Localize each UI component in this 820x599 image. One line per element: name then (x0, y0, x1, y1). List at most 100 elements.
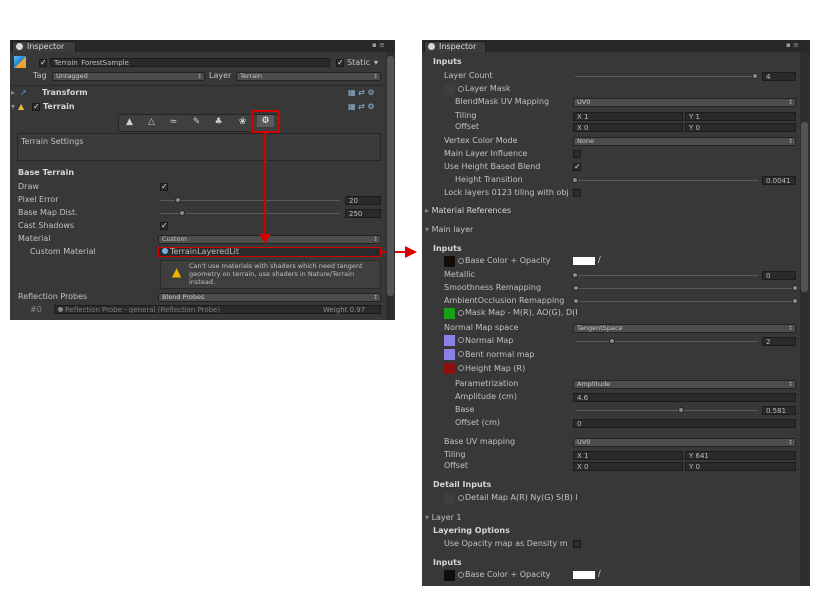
height-blend-checkbox[interactable]: ✓ (573, 163, 581, 171)
base-uv-dropdown[interactable]: UV0 (573, 438, 796, 447)
base-color2-swatch[interactable] (444, 570, 455, 581)
bent-normal-swatch[interactable] (444, 349, 455, 360)
left-scrollbar-thumb[interactable] (387, 56, 394, 296)
material-refs-foldout[interactable]: ▸ Material References (425, 206, 511, 216)
custom-material-field[interactable]: TerrainLayeredLit (158, 247, 381, 257)
metallic-knob[interactable] (572, 272, 578, 278)
static-checkbox[interactable]: ✓ (336, 59, 344, 67)
lock-layers-checkbox[interactable] (573, 189, 581, 197)
base-color-swatch[interactable] (444, 256, 455, 267)
mask-map-picker-icon[interactable] (458, 310, 464, 316)
opacity-density-checkbox[interactable] (573, 540, 581, 548)
reflection-probes-dropdown[interactable]: Blend Probes (158, 293, 381, 302)
pixel-error-knob[interactable] (175, 197, 181, 203)
bent-normal-picker-icon[interactable] (458, 351, 464, 357)
height-map-swatch[interactable] (444, 363, 455, 374)
terrain-enabled-checkbox[interactable]: ✓ (32, 103, 40, 111)
left-scrollbar[interactable] (386, 52, 395, 320)
mask-map-swatch[interactable] (444, 308, 455, 319)
raise-terrain-icon[interactable]: ▲ (121, 116, 138, 128)
tiling2-x-field[interactable]: X 1 (573, 451, 683, 460)
ao-range-track[interactable] (575, 301, 796, 302)
layer-mask-swatch[interactable] (444, 84, 455, 95)
cast-shadows-checkbox[interactable]: ✓ (160, 222, 168, 230)
right-scrollbar-thumb[interactable] (801, 122, 808, 292)
layer1-foldout[interactable]: ▾ Layer 1 (425, 513, 462, 523)
ao-max-knob[interactable] (792, 298, 798, 304)
right-tab-menu-icon[interactable]: ▪ ≡ (786, 41, 799, 49)
static-dropdown-icon[interactable]: ▾ (374, 58, 378, 68)
tiling-y-field[interactable]: Y 1 (685, 112, 796, 121)
right-inspector-tab[interactable]: Inspector (424, 41, 486, 52)
offset2-y-field[interactable]: Y 0 (685, 462, 796, 471)
height-transition-knob[interactable] (572, 177, 578, 183)
left-inspector-tab[interactable]: Inspector (12, 41, 76, 52)
transform-tools-icons[interactable]: ▦ ⇄ ⚙ (348, 88, 375, 98)
tiling-x-field[interactable]: X 1 (573, 112, 683, 121)
blendmask-uv-dropdown[interactable]: UV0 (573, 98, 796, 107)
main-influence-checkbox[interactable] (573, 150, 581, 158)
metallic-field[interactable]: 0 (762, 271, 796, 280)
offset-y-field[interactable]: Y 0 (685, 123, 796, 132)
main-layer-foldout[interactable]: ▾ Main layer (425, 225, 473, 235)
smooth-height-icon[interactable]: ≈ (165, 116, 182, 128)
terrain-tools-icons[interactable]: ▦ ⇄ ⚙ (348, 102, 375, 112)
eyedropper-icon[interactable]: ∕ (598, 255, 601, 265)
height-transition-track[interactable] (575, 180, 758, 181)
offset-x-field[interactable]: X 0 (573, 123, 683, 132)
object-name-field[interactable]: Terrain_ForestSample (50, 58, 330, 67)
transform-foldout-arrow[interactable]: ▸ (11, 88, 15, 98)
left-tab-menu-icon[interactable]: ▪ ≡ (372, 41, 385, 49)
eyedropper2-icon[interactable]: ∕ (598, 569, 601, 579)
draw-checkbox[interactable]: ✓ (160, 183, 168, 191)
ao-min-knob[interactable] (573, 298, 579, 304)
tag-dropdown[interactable]: Untagged (52, 72, 205, 81)
place-trees-icon[interactable]: ♣ (210, 116, 227, 128)
smoothness-range-track[interactable] (575, 288, 796, 289)
smoothness-min-knob[interactable] (573, 285, 579, 291)
active-checkbox[interactable]: ✓ (39, 59, 47, 67)
pixel-error-field[interactable]: 20 (345, 196, 381, 205)
normal-map-picker-icon[interactable] (458, 337, 464, 343)
base-color2-picker-icon[interactable] (458, 572, 464, 578)
paint-height-icon[interactable]: △ (143, 116, 160, 128)
metallic-track[interactable] (575, 275, 758, 276)
base-knob[interactable] (678, 407, 685, 413)
base-map-knob[interactable] (178, 210, 185, 216)
detail-map-picker-icon[interactable] (458, 495, 464, 501)
tiling2-y-field[interactable]: Y 641 (685, 451, 796, 460)
layer-count-field[interactable]: 4 (762, 72, 796, 81)
paint-details-icon[interactable]: ❀ (234, 116, 251, 128)
base-color2-field[interactable] (573, 571, 595, 579)
height-map-picker-icon[interactable] (458, 365, 464, 371)
terrain-label[interactable]: Terrain (43, 102, 75, 112)
amplitude-field[interactable]: 4.6 (573, 393, 796, 402)
normal-map-track[interactable] (575, 341, 758, 342)
parametrization-dropdown[interactable]: Amplitude (573, 380, 796, 389)
base-map-field[interactable]: 250 (345, 209, 381, 218)
paint-texture-icon[interactable]: ✎ (188, 116, 205, 128)
layer-count-track[interactable] (575, 76, 758, 77)
height-transition-field[interactable]: 0.0041 (762, 176, 796, 185)
layer-dropdown[interactable]: Terrain (236, 72, 381, 81)
base-field[interactable]: 0.581 (762, 406, 796, 415)
layer-mask-picker-icon[interactable] (458, 86, 464, 92)
terrain-foldout-arrow[interactable]: ▾ (11, 102, 15, 112)
normal-map-field[interactable]: 2 (762, 337, 796, 346)
offset2-x-field[interactable]: X 0 (573, 462, 683, 471)
smoothness-max-knob[interactable] (792, 285, 798, 291)
normal-map-swatch[interactable] (444, 335, 455, 346)
offset-cm-field[interactable]: 0 (573, 419, 796, 428)
base-color-picker-icon[interactable] (458, 258, 464, 264)
base-track[interactable] (575, 410, 758, 411)
base-color-field[interactable] (573, 257, 595, 265)
vertex-color-dropdown[interactable]: None (573, 137, 796, 146)
base-map-track[interactable] (160, 213, 340, 214)
layer-count-knob[interactable] (752, 73, 758, 79)
right-scrollbar[interactable] (800, 52, 810, 586)
detail-map-swatch[interactable] (444, 493, 455, 504)
normal-space-dropdown[interactable]: TangentSpace (573, 324, 796, 333)
pixel-error-track[interactable] (160, 200, 340, 201)
normal-map-knob[interactable] (608, 338, 615, 344)
transform-label[interactable]: Transform (42, 88, 88, 98)
